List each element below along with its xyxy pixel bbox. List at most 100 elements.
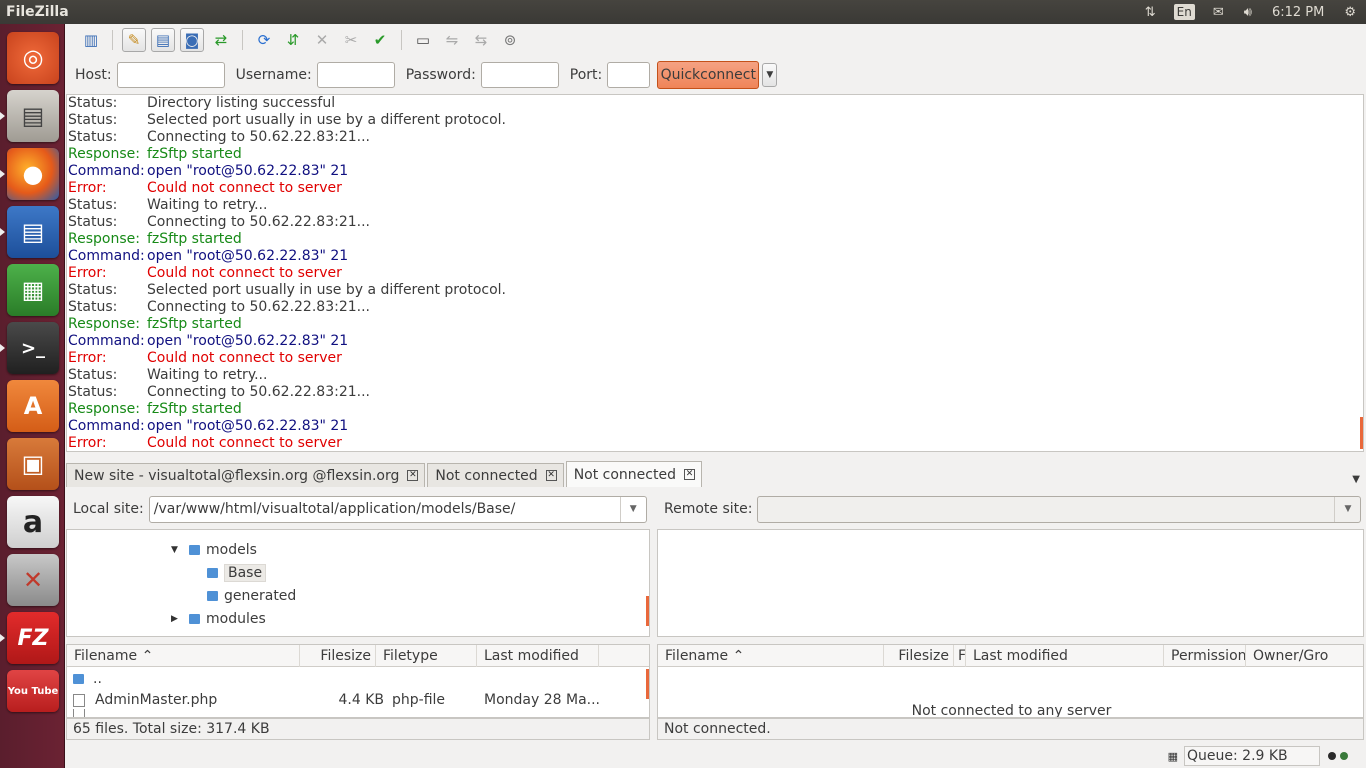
keyboard-layout-indicator[interactable]: En (1173, 4, 1195, 20)
log-row: Status: Directory listing successful (67, 95, 1363, 112)
refresh-icon[interactable]: ⟳ (252, 28, 276, 52)
terminal-icon[interactable]: >_ (7, 322, 59, 374)
activity-led-icon (1340, 752, 1348, 760)
window-title: FileZilla (6, 4, 69, 20)
tab-not-connected-active[interactable]: Not connected ✕ (565, 461, 702, 487)
filezilla-icon[interactable]: FZ (7, 612, 59, 664)
log-row: Error: Could not connect to server (67, 180, 1363, 197)
log-message: Connecting to 50.62.22.83:21... (147, 214, 370, 230)
column-permission[interactable]: Permission (1164, 645, 1246, 667)
writer-icon[interactable]: ▤ (7, 206, 59, 258)
collapsed-arrow-icon[interactable]: ▶ (171, 614, 183, 624)
column-filename[interactable]: Filename ⌃ (67, 645, 300, 667)
youtube-icon[interactable]: You Tube (7, 670, 59, 712)
log-type: Command: (68, 333, 145, 349)
column-last-modified[interactable]: Last modified (477, 645, 599, 667)
tree-item-models[interactable]: ▼ models (171, 539, 257, 561)
transfer-arrows-icon[interactable]: ⇄ (209, 28, 233, 52)
file-row-parent[interactable]: .. (67, 668, 649, 690)
file-icon (73, 709, 85, 717)
host-input[interactable] (116, 62, 225, 88)
log-row: Status: Selected port usually in use by a… (67, 112, 1363, 129)
remote-directory-tree (657, 529, 1364, 637)
username-input[interactable] (316, 62, 395, 88)
log-message: fzSftp started (147, 231, 242, 247)
column-last-modified[interactable]: Last modified (966, 645, 1164, 667)
quickconnect-button[interactable]: Quickconnect (657, 61, 760, 89)
password-input[interactable] (480, 62, 559, 88)
shopping-bag-icon[interactable]: A (7, 380, 59, 432)
reconnect-icon[interactable]: ✔ (368, 28, 392, 52)
envelope-icon[interactable]: ✉ (1203, 0, 1234, 24)
cancel-icon: ✕ (315, 30, 329, 49)
log-row: Command: open "root@50.62.22.83" 21 (67, 333, 1363, 350)
log-type: Status: (68, 367, 118, 383)
column-owner-group[interactable]: Owner/Gro (1246, 645, 1363, 667)
queue-indicator: Queue: 2.9 KB (1184, 746, 1320, 766)
log-type: Status: (68, 129, 118, 145)
local-directory-tree[interactable]: ▼ models Base generated ▶ modules (66, 529, 650, 637)
expanded-arrow-icon[interactable]: ▼ (171, 545, 183, 555)
filezilla-window: ▥ ✎ ▤ ◙ ⇄ ⟳ ⇵ ✕ ✂ ✔ ▭ ⇋ ⇆ ⊚ Host: Userna… (65, 24, 1366, 768)
username-label: Username: (235, 67, 312, 83)
log-row: Response: fzSftp started (67, 401, 1363, 418)
chevron-down-icon[interactable]: ▼ (619, 496, 646, 522)
column-filetype[interactable]: Filetype (376, 645, 477, 667)
log-message: open "root@50.62.22.83" 21 (147, 163, 349, 179)
impress-icon[interactable]: ▣ (7, 438, 59, 490)
tree-scrollbar[interactable] (646, 596, 649, 626)
tab-not-connected[interactable]: Not connected ✕ (427, 463, 564, 487)
firefox-icon[interactable]: ● (7, 148, 59, 200)
log-message: Could not connect to server (147, 180, 342, 196)
tree-item-generated[interactable]: generated (201, 585, 296, 607)
file-row[interactable]: AdminMaster.php 4.4 KB php-file Monday 2… (67, 689, 649, 711)
process-queue-icon[interactable]: ⇵ (281, 28, 305, 52)
gear-icon[interactable]: ⚙ (1334, 0, 1366, 24)
directory-listing-filters-icon[interactable]: ▭ (411, 28, 435, 52)
tab-new-site[interactable]: New site - visualtotal@flexsin.org @flex… (66, 463, 426, 487)
amazon-icon[interactable]: a (7, 496, 59, 548)
log-type: Response: (68, 316, 140, 332)
toggle-transfer-queue-icon[interactable]: ◙ (180, 28, 204, 52)
quickconnect-history-dropdown[interactable]: ▼ (762, 63, 778, 87)
local-file-list[interactable]: Filename ⌃ Filesize Filetype Last modifi… (66, 644, 650, 718)
file-list-scrollbar[interactable] (646, 669, 649, 699)
local-path-combo[interactable]: /var/www/html/visualtotal/application/mo… (148, 495, 647, 523)
network-icon[interactable]: ⇅ (1135, 0, 1166, 24)
close-icon[interactable]: ✕ (407, 470, 419, 481)
calc-icon[interactable]: ▦ (7, 264, 59, 316)
file-cabinet-icon[interactable]: ▤ (7, 90, 59, 142)
keyboard-icon: ▦ (1167, 749, 1178, 763)
toggle-directory-tree-icon[interactable]: ▤ (151, 28, 175, 52)
site-manager-icon[interactable]: ▥ (79, 28, 103, 52)
close-icon[interactable]: ✕ (545, 470, 557, 481)
log-scrollbar[interactable] (1360, 417, 1363, 449)
port-input[interactable] (607, 62, 651, 88)
column-filename[interactable]: Filename ⌃ (658, 645, 884, 667)
folder-icon (73, 674, 84, 684)
column-filetype[interactable]: F (954, 645, 966, 667)
column-filesize[interactable]: Filesize (300, 645, 376, 667)
log-message: Could not connect to server (147, 350, 342, 366)
disconnect-icon: ✂ (344, 30, 358, 49)
chevron-down-icon: ▼ (1334, 496, 1360, 522)
toggle-message-log-icon[interactable]: ✎ (122, 28, 146, 52)
log-type: Error: (68, 350, 107, 366)
search-binoculars-icon[interactable]: ⊚ (498, 28, 522, 52)
tree-item-modules[interactable]: ▶ modules (171, 608, 266, 630)
wrench-icon[interactable]: ✕ (7, 554, 59, 606)
log-message: Waiting to retry... (147, 197, 268, 213)
message-log[interactable]: Status: Directory listing successful Statu… (66, 94, 1364, 452)
tree-item-base[interactable]: Base (201, 562, 267, 584)
column-filesize[interactable]: Filesize (884, 645, 954, 667)
status-bar: ▦ Queue: 2.9 KB (65, 744, 1366, 768)
port-label: Port: (569, 67, 603, 83)
file-row-partial[interactable] (67, 709, 649, 717)
tab-list-chevron-icon[interactable]: ▼ (1352, 474, 1360, 485)
sort-ascending-icon: ⌃ (141, 647, 154, 664)
speaker-icon[interactable]: 🔊︎ (1234, 0, 1262, 24)
ubuntu-logo-icon[interactable]: ◎ (7, 32, 59, 84)
clock[interactable]: 6:12 PM (1262, 0, 1334, 24)
close-icon[interactable]: ✕ (683, 469, 695, 480)
synchronized-browsing-icon: ⇆ (474, 30, 488, 49)
